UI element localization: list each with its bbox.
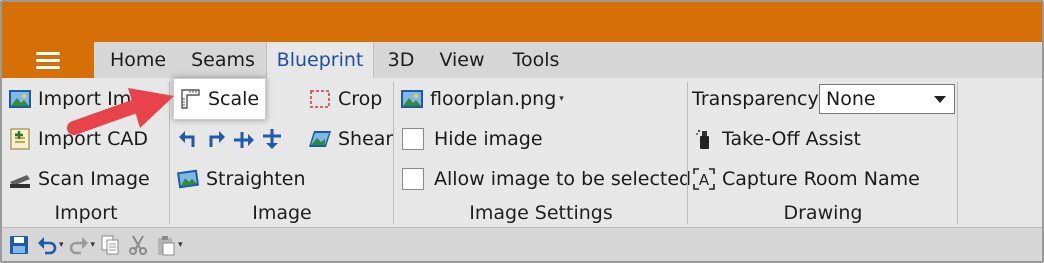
- group-image-settings-label: Image Settings: [469, 202, 613, 224]
- checkbox-box[interactable]: [402, 128, 424, 150]
- undo-icon[interactable]: [36, 233, 58, 257]
- ribbon-panel: Import Im Import CAD Scan Image Import C…: [2, 78, 1042, 228]
- group-image-label: Image: [252, 202, 312, 224]
- capture-text-icon: A: [692, 167, 716, 191]
- flip-vertical-icon[interactable]: [260, 127, 284, 151]
- quick-access-toolbar: ▾ ▾ ▾: [2, 228, 1042, 261]
- tab-tools[interactable]: Tools: [500, 42, 572, 78]
- callout-arrow-icon: [67, 88, 174, 135]
- title-bar: [2, 2, 1042, 42]
- group-image-settings: floorplan.png ▾ Hide image Allow image t…: [394, 78, 691, 228]
- straighten-button[interactable]: Straighten: [176, 162, 306, 196]
- undo-dropdown-icon[interactable]: ▾: [59, 240, 64, 250]
- group-drawing-label: Drawing: [783, 202, 863, 224]
- transparency-select-value: None: [826, 88, 876, 110]
- redo-dropdown-icon[interactable]: ▾: [91, 240, 96, 250]
- ribbon-tab-row: Home Seams Blueprint 3D View Tools: [2, 42, 1042, 78]
- image-file-label: floorplan.png: [430, 88, 557, 110]
- straighten-icon: [176, 167, 200, 191]
- tab-home[interactable]: Home: [98, 42, 178, 78]
- scanner-icon: [8, 167, 32, 191]
- svg-text:A: A: [699, 171, 710, 189]
- flip-horizontal-icon[interactable]: [232, 127, 256, 151]
- crop-label: Crop: [338, 88, 383, 110]
- import-cad-icon: [8, 127, 32, 151]
- group-import-label: Import: [54, 202, 118, 224]
- paste-icon[interactable]: [155, 233, 177, 257]
- allow-image-selected-checkbox[interactable]: Allow image to be selected: [402, 162, 691, 196]
- transparency-select[interactable]: None: [819, 84, 955, 114]
- image-file-dropdown[interactable]: floorplan.png ▾: [400, 82, 568, 116]
- save-icon[interactable]: [8, 233, 30, 257]
- hide-image-label: Hide image: [434, 128, 543, 150]
- shear-button[interactable]: Shear: [308, 122, 393, 156]
- takeoff-assist-button[interactable]: Take-Off Assist: [692, 122, 861, 156]
- chevron-down-icon: [934, 96, 946, 103]
- capture-room-name-button[interactable]: A Capture Room Name: [692, 162, 920, 196]
- hide-image-checkbox[interactable]: Hide image: [402, 122, 543, 156]
- image-file-icon: [400, 87, 424, 111]
- scale-label: Scale: [208, 88, 260, 110]
- app-window: Home Seams Blueprint 3D View Tools Impor…: [0, 0, 1044, 263]
- scan-image-label: Scan Image: [38, 168, 150, 190]
- app-menu-button[interactable]: [2, 42, 94, 78]
- scan-image-button[interactable]: Scan Image: [8, 162, 150, 196]
- copy-icon[interactable]: [99, 233, 121, 257]
- shear-label: Shear: [338, 128, 394, 150]
- straighten-label: Straighten: [206, 168, 306, 190]
- rotate-tools: [176, 122, 290, 156]
- allow-image-selected-label: Allow image to be selected: [434, 168, 692, 190]
- shear-icon: [308, 127, 332, 151]
- group-divider: [957, 82, 958, 224]
- capture-room-name-label: Capture Room Name: [722, 168, 920, 190]
- rotate-right-icon[interactable]: [204, 127, 228, 151]
- crop-icon: [308, 87, 332, 111]
- crop-button[interactable]: Crop: [308, 82, 382, 116]
- redo-icon[interactable]: [68, 233, 90, 257]
- tab-3d[interactable]: 3D: [376, 42, 426, 78]
- tab-view[interactable]: View: [428, 42, 496, 78]
- takeoff-assist-label: Take-Off Assist: [722, 128, 862, 150]
- checkbox-box[interactable]: [402, 168, 424, 190]
- transparency-label: Transparency: [692, 88, 819, 110]
- takeoff-assist-icon: [692, 127, 716, 151]
- scale-button[interactable]: Scale: [173, 78, 266, 120]
- tab-blueprint[interactable]: Blueprint: [266, 42, 374, 78]
- customize-toolbar-icon[interactable]: ▾: [178, 240, 183, 250]
- dropdown-caret-icon: ▾: [559, 94, 564, 104]
- tab-seams[interactable]: Seams: [180, 42, 266, 78]
- cut-icon[interactable]: [127, 233, 149, 257]
- image-icon: [8, 87, 32, 111]
- hamburger-icon: [36, 51, 60, 69]
